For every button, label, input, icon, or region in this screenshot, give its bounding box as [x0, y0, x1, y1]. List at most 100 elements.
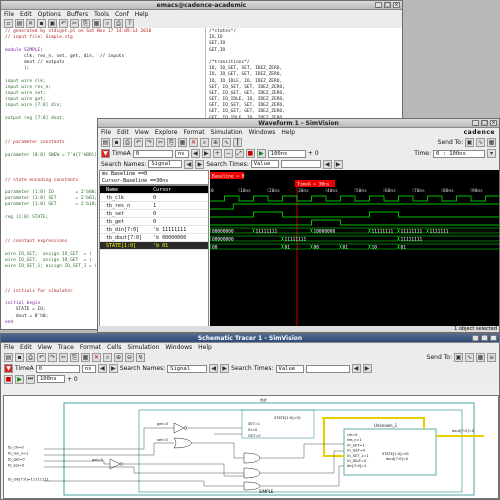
schematic-svg[interactable]: dut SIMPLE Unknown_1 dout[7:0]=0 tb_clk=… [4, 396, 498, 498]
zoom-out-icon[interactable]: ⊖ [125, 353, 134, 362]
paste-icon[interactable]: ▦ [178, 138, 187, 147]
zoom-value-input[interactable]: 100ns [37, 375, 65, 383]
search-names-select[interactable]: Signal [148, 160, 183, 168]
stg-editor-pane[interactable]: /*states*/IO,IO SET,IO GET,IO/*transitions… [209, 29, 289, 122]
print-icon[interactable]: ⎙ [114, 19, 123, 28]
menu-trace[interactable]: Trace [58, 343, 74, 352]
goto-next-icon[interactable]: ▶ [201, 149, 211, 158]
signal-row[interactable]: STATE[1:0] 'b 01 [100, 242, 208, 250]
search-times-input[interactable] [305, 364, 350, 373]
search-times-next-icon[interactable]: ▶ [362, 364, 372, 373]
menu-file[interactable]: File [4, 343, 14, 352]
undo-icon[interactable]: ↶ [37, 353, 46, 362]
search-times-prev-icon[interactable]: ◀ [322, 159, 332, 169]
find-icon[interactable]: ⌕ [103, 353, 112, 362]
trace-icon[interactable]: ↯ [136, 353, 145, 362]
send-to-wave-icon[interactable]: ∿ [476, 138, 485, 147]
copy-icon[interactable]: ⎘ [81, 19, 90, 28]
print-icon[interactable]: ⎙ [26, 353, 35, 362]
stop-icon[interactable]: ■ [245, 149, 255, 158]
menu-view[interactable]: View [38, 343, 52, 352]
open-icon[interactable]: ▤ [101, 138, 110, 147]
menu-options[interactable]: Options [38, 10, 61, 19]
search-times-select[interactable]: Value [250, 160, 279, 168]
redo-icon[interactable]: ↷ [48, 353, 57, 362]
new-file-icon[interactable]: ▫ [4, 19, 13, 28]
signal-list[interactable]: Name Cursor tb_clk 0 tb_res_n 1 tb_set 0 tb_ge… [99, 185, 209, 328]
signal-row[interactable]: tb_res_n 1 [100, 202, 208, 210]
goto-prev-icon[interactable]: ◀ [190, 149, 200, 158]
time-unit-select[interactable]: ns [174, 149, 189, 158]
waveform-svg[interactable]: Baseline = 0 TimeA = 30ns 0 10ns 20ns 30ns 40n… [209, 170, 500, 328]
search-names-select[interactable]: Signal [167, 364, 208, 373]
delete-icon[interactable]: ✕ [92, 353, 101, 362]
col-cursor[interactable]: Cursor [151, 186, 208, 193]
signal-row[interactable]: tb_set 0 [100, 210, 208, 218]
menu-edit[interactable]: Edit [20, 10, 32, 19]
signal-row[interactable]: tb_dout[7:0] 'b 00000000 [100, 234, 208, 242]
zoom-icon[interactable]: ⊕ [211, 138, 220, 147]
menu-explore[interactable]: Explore [155, 128, 178, 137]
search-next-icon[interactable]: ▶ [195, 159, 205, 169]
save-as-icon[interactable]: ▣ [48, 19, 57, 28]
and-gate-2[interactable] [243, 467, 261, 479]
close-icon[interactable]: × [490, 335, 497, 341]
maximize-icon[interactable]: □ [384, 2, 391, 8]
close-icon[interactable]: × [490, 120, 497, 126]
menu-format[interactable]: Format [80, 343, 101, 352]
state-highlight-wire[interactable] [322, 417, 344, 457]
time-a-input[interactable]: 0 [132, 149, 173, 158]
send-to-schematic-icon[interactable]: ▦ [476, 353, 485, 362]
open-folder-icon[interactable]: ▤ [15, 19, 24, 28]
zoom-in-icon[interactable]: + [212, 149, 222, 158]
buffer-gate-2[interactable] [109, 458, 121, 470]
menu-buffers[interactable]: Buffers [67, 10, 88, 19]
simple-box[interactable] [138, 409, 463, 493]
col-name[interactable]: Name [100, 186, 151, 193]
undo-icon[interactable]: ↶ [134, 138, 143, 147]
cursor-icon[interactable]: ┃ [233, 138, 242, 147]
paste-icon[interactable]: ▦ [81, 353, 90, 362]
run-icon[interactable]: ▶ [15, 374, 24, 384]
save-icon[interactable]: ▪ [15, 353, 24, 362]
copy-icon[interactable]: ⎘ [70, 353, 79, 362]
time-a-input[interactable]: 0 [35, 364, 80, 373]
menu-help[interactable]: Help [198, 343, 212, 352]
menu-simulation[interactable]: Simulation [211, 128, 243, 137]
cut-icon[interactable]: ✂ [70, 19, 79, 28]
maximize-icon[interactable]: □ [481, 335, 488, 341]
zoom-value-input[interactable]: 100ns [267, 149, 306, 158]
or-gate-1[interactable] [173, 437, 193, 449]
menu-edit[interactable]: Edit [20, 343, 32, 352]
menu-format[interactable]: Format [183, 128, 204, 137]
menu-file[interactable]: File [4, 10, 14, 19]
undo-icon[interactable]: ↶ [59, 19, 68, 28]
send-to-source-icon[interactable]: ≡ [487, 353, 496, 362]
minimize-icon[interactable]: _ [472, 120, 479, 126]
save-icon[interactable]: ▪ [37, 19, 46, 28]
minimize-icon[interactable]: _ [472, 335, 479, 341]
search-prev-icon[interactable]: ◀ [184, 159, 194, 169]
time-range-dropdown-icon[interactable]: ▾ [487, 149, 496, 158]
and-gate-1[interactable] [243, 452, 261, 464]
stop-icon[interactable]: ■ [4, 374, 13, 384]
close-icon[interactable]: × [393, 2, 400, 8]
menu-windows[interactable]: Windows [249, 128, 276, 137]
zoom-fit-icon[interactable]: ⤢ [234, 149, 244, 158]
search-times-input[interactable] [280, 160, 321, 168]
cut-icon[interactable]: ✂ [59, 353, 68, 362]
menu-windows[interactable]: Windows [165, 343, 192, 352]
buffer-gate-1[interactable] [173, 422, 185, 434]
run-icon[interactable]: ▶ [256, 149, 266, 158]
maximize-icon[interactable]: □ [481, 120, 488, 126]
delete-icon[interactable]: ✕ [189, 138, 198, 147]
step-icon[interactable]: ⏭ [26, 374, 35, 384]
and-gate-3[interactable] [243, 481, 261, 491]
menu-edit[interactable]: Edit [117, 128, 129, 137]
menu-conf[interactable]: Conf [115, 10, 129, 19]
save-icon[interactable]: ▪ [112, 138, 121, 147]
signal-row[interactable]: tb_get 0 [100, 218, 208, 226]
menu-help[interactable]: Help [135, 10, 149, 19]
search-times-next-icon[interactable]: ▶ [333, 159, 343, 169]
print-icon[interactable]: ⎙ [123, 138, 132, 147]
